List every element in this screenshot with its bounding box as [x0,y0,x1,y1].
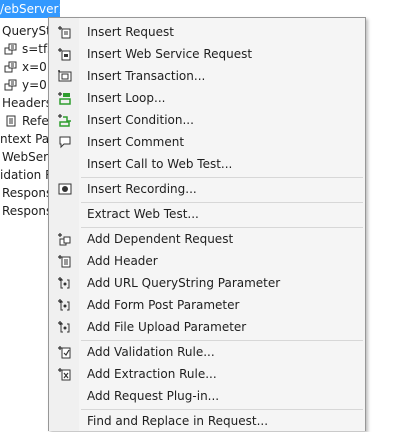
menu-item-label: Insert Comment [87,135,185,149]
menu-item-label: Add File Upload Parameter [87,320,247,334]
tree-node-label: Headers [2,96,52,110]
menu-item-label: Extract Web Test... [87,207,199,221]
menu-item-label: Insert Condition... [87,113,194,127]
menu-item-add-header[interactable]: Add Header [51,250,363,272]
menu-item-label: Add Validation Rule... [87,345,215,359]
add-extraction-rule-icon [58,367,72,381]
menu-item-label: Add Dependent Request [87,232,234,246]
menu-item-add-url-querystring-parameter[interactable]: Add URL QueryString Parameter [51,272,363,294]
menu-item-label: Add URL QueryString Parameter [87,276,281,290]
menu-item-insert-recording[interactable]: Insert Recording... [51,178,363,200]
menu-item-add-file-upload-parameter[interactable]: Add File Upload Parameter [51,316,363,338]
insert-recording-icon [58,182,72,196]
menu-item-add-request-plug-in[interactable]: Add Request Plug-in... [51,385,363,407]
insert-transaction-icon [58,69,72,83]
menu-item-insert-request[interactable]: Insert Request [51,21,363,43]
add-querystring-parameter-icon [58,276,72,290]
parameter-icon [4,61,18,73]
insert-condition-icon [58,113,72,127]
tree-node-header-referer[interactable]: Refer [4,112,54,130]
menu-item-label: Insert Request [87,25,174,39]
tree-selected-request-url[interactable]: /ebServer1}}/web/ [0,0,60,18]
tree-node-param-s[interactable]: s=tfs [4,40,54,58]
menu-item-insert-loop[interactable]: Insert Loop... [51,87,363,109]
menu-item-find-and-replace-in-request[interactable]: Find and Replace in Request... [51,410,363,432]
menu-item-label: Add Extraction Rule... [87,367,217,381]
menu-item-add-form-post-parameter[interactable]: Add Form Post Parameter [51,294,363,316]
menu-item-label: Find and Replace in Request... [87,414,269,428]
menu-item-label: Add Request Plug-in... [87,389,220,403]
insert-loop-icon [58,91,72,105]
menu-item-add-validation-rule[interactable]: Add Validation Rule... [51,341,363,363]
menu-item-insert-comment[interactable]: Insert Comment [51,131,363,153]
tree-node-param-x[interactable]: x=0 [4,58,47,76]
insert-comment-icon [58,135,72,149]
add-validation-rule-icon [58,345,72,359]
menu-item-label: Insert Transaction... [87,69,206,83]
menu-item-label: Insert Loop... [87,91,166,105]
tree-node-headers[interactable]: Headers [2,94,52,112]
add-dependent-request-icon [58,232,72,246]
add-file-upload-parameter-icon [58,320,72,334]
add-form-post-parameter-icon [58,298,72,312]
insert-web-service-request-icon [58,47,72,61]
menu-item-extract-web-test[interactable]: Extract Web Test... [51,203,363,225]
menu-item-label: Insert Web Service Request [87,47,253,61]
menu-item-label: Add Header [87,254,158,268]
header-icon [4,115,18,127]
menu-item-insert-call-to-web-test[interactable]: Insert Call to Web Test... [51,153,363,175]
add-header-icon [58,254,72,268]
parameter-icon [4,79,18,91]
menu-item-label: Insert Call to Web Test... [87,157,233,171]
tree-node-label: y=0 [22,78,47,92]
menu-item-add-dependent-request[interactable]: Add Dependent Request [51,228,363,250]
insert-request-icon [58,25,72,39]
parameter-icon [4,43,18,55]
menu-item-insert-transaction[interactable]: Insert Transaction... [51,65,363,87]
menu-item-insert-condition[interactable]: Insert Condition... [51,109,363,131]
context-menu: Insert Request Insert Web Service Reques… [48,17,366,431]
menu-item-label: Insert Recording... [87,182,197,196]
menu-item-add-extraction-rule[interactable]: Add Extraction Rule... [51,363,363,385]
menu-item-label: Add Form Post Parameter [87,298,240,312]
tree-node-label: x=0 [22,60,47,74]
tree-node-param-y[interactable]: y=0 [4,76,47,94]
menu-item-insert-web-service-request[interactable]: Insert Web Service Request [51,43,363,65]
